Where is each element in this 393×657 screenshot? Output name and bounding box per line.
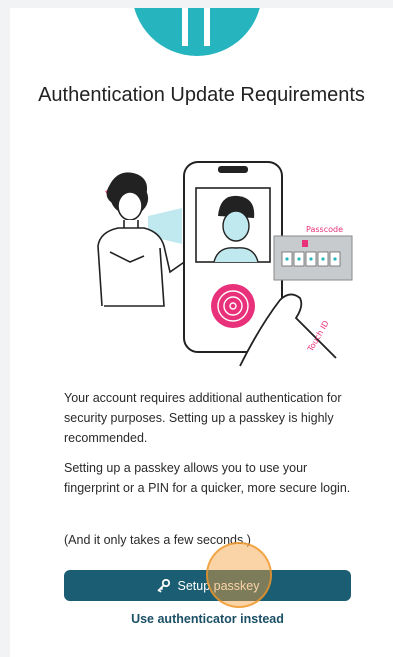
- passkey-illustration: Face ID Passcode: [97, 161, 353, 367]
- note-paragraph: (And it only takes a few seconds.): [64, 533, 251, 547]
- intro-paragraph: Your account requires additional authent…: [64, 391, 342, 445]
- benefit-paragraph: Setting up a passkey allows you to use y…: [64, 461, 351, 495]
- auth-card: Authentication Update Requirements Face …: [10, 8, 393, 657]
- logo-stripe: [204, 8, 210, 46]
- setup-passkey-button[interactable]: Setup passkey: [64, 570, 351, 601]
- use-authenticator-link[interactable]: Use authenticator instead: [64, 612, 351, 626]
- lock-icon: [302, 240, 308, 247]
- top-strip: [0, 0, 393, 8]
- brand-logo: [132, 8, 262, 56]
- passcode-panel: Passcode: [273, 225, 353, 281]
- logo-stripe: [182, 8, 188, 46]
- setup-passkey-label: Setup passkey: [177, 578, 260, 593]
- key-icon: [156, 578, 170, 593]
- passcode-label: Passcode: [306, 225, 343, 234]
- page-title: Authentication Update Requirements: [38, 84, 365, 106]
